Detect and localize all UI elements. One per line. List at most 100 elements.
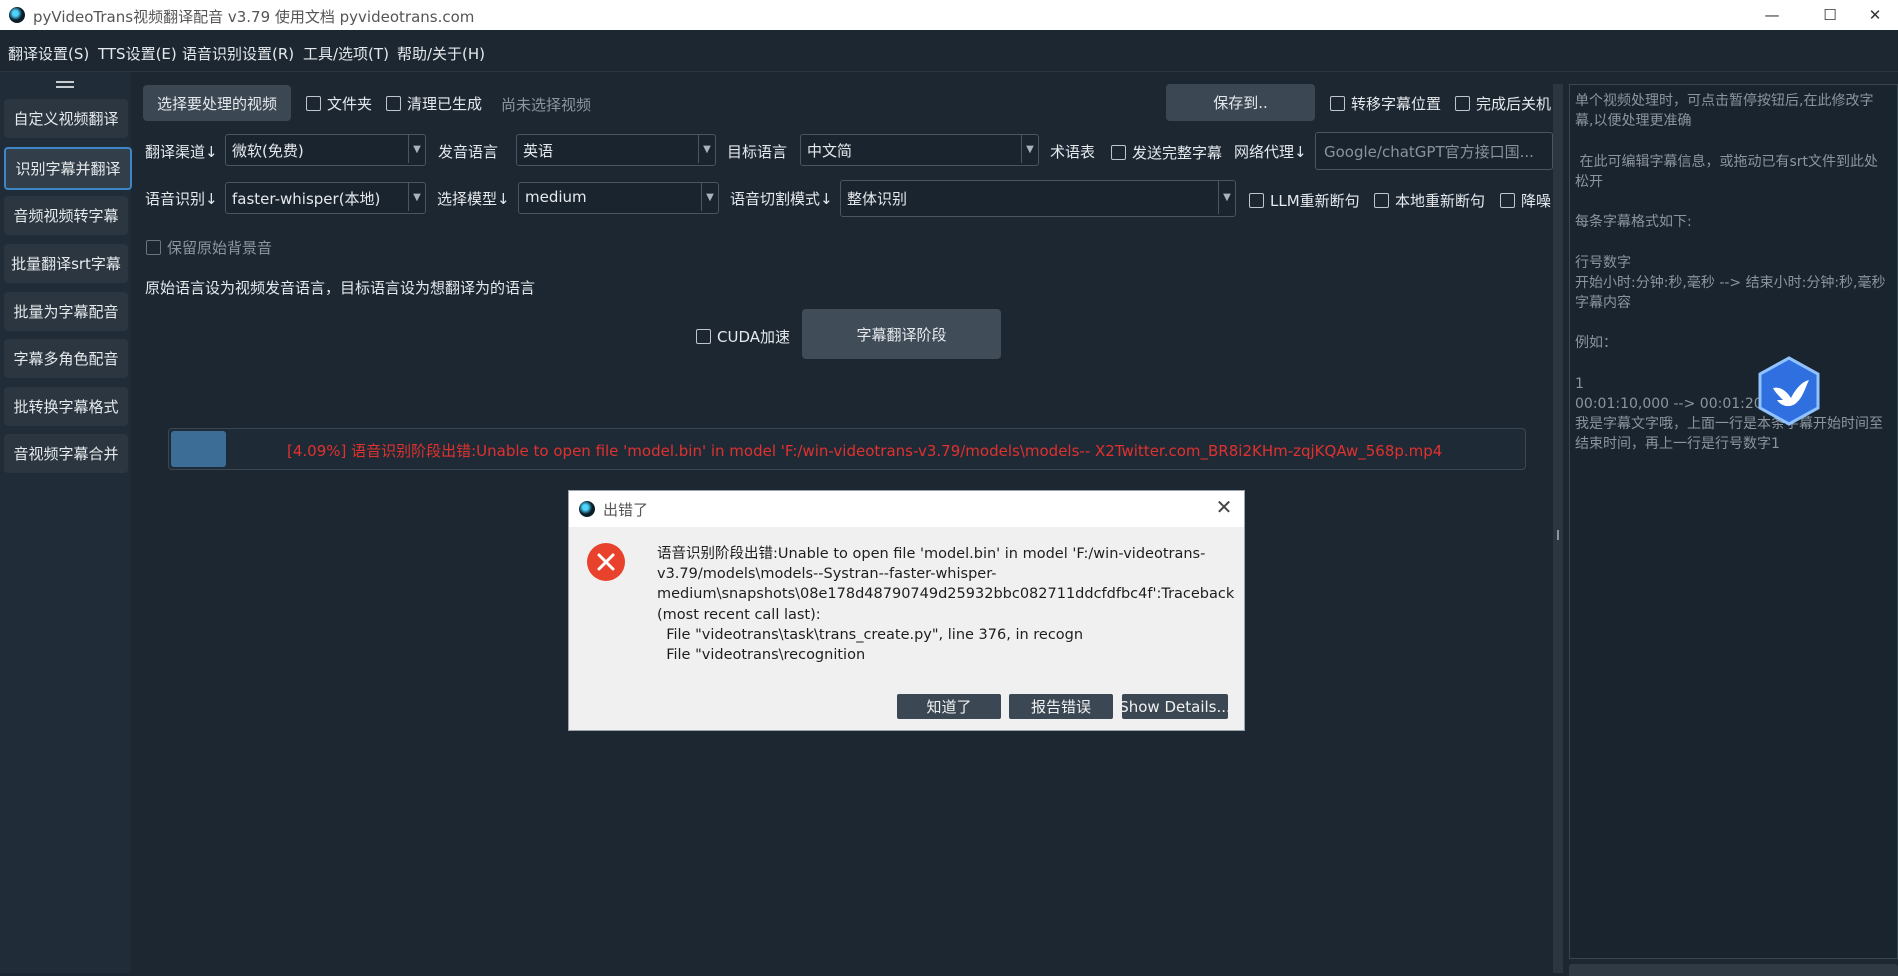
sidebar-item-batch-dubbing[interactable]: 批量为字幕配音 [4,292,128,331]
denoise-checkbox[interactable]: 降噪 [1500,190,1551,211]
menu-tts-settings[interactable]: TTS设置(E) [98,43,177,64]
chevron-down-icon: ▼ [408,135,425,163]
split-mode-select[interactable]: 整体识别 ▼ [840,180,1236,217]
select-video-button[interactable]: 选择要处理的视频 [143,85,291,121]
checkbox-box [1111,145,1126,160]
error-message: 语音识别阶段出错:Unable to open file 'model.bin'… [657,546,1235,664]
chevron-down-icon: ▼ [1218,181,1235,214]
denoise-label: 降噪 [1521,192,1552,210]
checkbox-box [1500,193,1515,208]
menu-bar: 翻译设置(S) TTS设置(E) 语音识别设置(R) 工具/选项(T) 帮助/关… [0,34,1898,72]
dialog-title: 出错了 [603,501,649,519]
send-full-subtitle-checkbox[interactable]: 发送完整字幕 [1111,142,1222,163]
checkbox-box [1374,193,1389,208]
error-icon [587,543,625,581]
target-language-value: 中文简 [807,142,853,160]
checkbox-box [386,96,401,111]
subtitle-translate-stage-button[interactable]: 字幕翻译阶段 [802,309,1001,359]
right-panel-bottom-button[interactable] [1569,964,1898,976]
source-language-label: 发音语言 [438,143,499,161]
sidebar-item-custom-video-translate[interactable]: 自定义视频翻译 [4,99,128,138]
subtitle-editor[interactable]: 单个视频处理时，可点击暂停按钮后,在此修改字 幕,以便处理更准确 在此可编辑字幕… [1569,84,1898,959]
keep-background-label: 保留原始背景音 [167,239,273,257]
progress-fill [171,431,227,467]
llm-resegment-checkbox[interactable]: LLM重新断句 [1249,190,1360,211]
shutdown-after-checkbox[interactable]: 完成后关机 [1455,93,1551,114]
clear-generated-label: 清理已生成 [407,95,483,113]
menu-translation-settings[interactable]: 翻译设置(S) [8,43,89,64]
title-bar: pyVideoTrans视频翻译配音 v3.79 使用文档 pyvideotra… [0,0,1898,30]
llm-resegment-label: LLM重新断句 [1270,192,1360,210]
panel-splitter[interactable] [1553,84,1563,973]
local-resegment-checkbox[interactable]: 本地重新断句 [1374,190,1485,211]
proxy-input[interactable]: Google/chatGPT官方接口国... [1315,132,1553,170]
proxy-label[interactable]: 网络代理↓ [1234,141,1307,162]
chevron-down-icon: ▼ [408,183,425,211]
shutdown-after-label: 完成后关机 [1476,95,1552,113]
app-logo-icon [579,501,595,517]
target-language-label: 目标语言 [727,143,788,161]
proxy-placeholder: Google/chatGPT官方接口国... [1324,143,1534,161]
checkbox-box [1330,96,1345,111]
checkbox-box [146,240,161,255]
folder-label: 文件夹 [327,95,373,113]
progress-bar[interactable]: [4.09%] 语音识别阶段出错:Unable to open file 'mo… [168,428,1526,470]
checkbox-box [696,329,711,344]
language-hint: 原始语言设为视频发音语言，目标语言设为想翻译为的语言 [145,279,536,297]
asr-select[interactable]: faster-whisper(本地) ▼ [225,182,426,214]
menu-asr-settings[interactable]: 语音识别设置(R) [182,43,294,64]
menu-tools-options[interactable]: 工具/选项(T) [303,43,389,64]
sidebar-item-convert-subtitle-format[interactable]: 批转换字幕格式 [4,387,128,426]
minimize-button[interactable]: — [1749,0,1795,30]
sidebar-item-multi-role-dubbing[interactable]: 字幕多角色配音 [4,339,128,378]
bird-assistant-icon[interactable] [1757,356,1821,426]
checkbox-box [306,96,321,111]
split-mode-label[interactable]: 语音切割模式↓ [730,188,833,209]
model-value: medium [525,188,587,206]
folder-checkbox[interactable]: 文件夹 [306,93,372,114]
sidebar-item-batch-translate-srt[interactable]: 批量翻译srt字幕 [4,244,128,283]
asr-label[interactable]: 语音识别↓ [145,188,218,209]
local-resegment-label: 本地重新断句 [1395,192,1486,210]
subtitle-editor-text: 单个视频处理时，可点击暂停按钮后,在此修改字 幕,以便处理更准确 在此可编辑字幕… [1575,93,1886,453]
close-window-button[interactable]: ✕ [1852,0,1898,30]
splitter-grip-icon [1557,530,1559,540]
sidebar-item-merge-av-subtitle[interactable]: 音视频字幕合并 [4,434,128,473]
app-logo-icon [9,7,25,23]
dialog-title-bar: 出错了 ✕ [569,491,1244,527]
show-details-button[interactable]: Show Details... [1119,694,1231,719]
translate-channel-select[interactable]: 微软(免费) ▼ [225,134,426,166]
progress-text: [4.09%] 语音识别阶段出错:Unable to open file 'mo… [287,442,1443,460]
glossary-label[interactable]: 术语表 [1050,141,1095,162]
split-mode-value: 整体识别 [847,190,908,208]
checkbox-box [1455,96,1470,111]
maximize-button[interactable]: ☐ [1807,0,1853,30]
window-title: pyVideoTrans视频翻译配音 v3.79 使用文档 pyvideotra… [33,8,475,26]
move-subtitle-checkbox[interactable]: 转移字幕位置 [1330,93,1441,114]
ok-button[interactable]: 知道了 [897,694,1001,719]
chevron-down-icon: ▼ [701,183,718,211]
clear-generated-checkbox[interactable]: 清理已生成 [386,93,482,114]
checkbox-box [1249,193,1264,208]
translate-channel-label[interactable]: 翻译渠道↓ [145,141,218,162]
model-label[interactable]: 选择模型↓ [437,188,510,209]
source-language-select[interactable]: 英语 ▼ [516,134,716,166]
keep-background-checkbox[interactable]: 保留原始背景音 [146,237,272,258]
dialog-close-button[interactable]: ✕ [1214,497,1234,517]
save-to-button[interactable]: 保存到.. [1166,84,1315,121]
cuda-checkbox[interactable]: CUDA加速 [696,326,790,347]
sidebar-item-av-to-subtitle[interactable]: 音频视频转字幕 [4,196,128,235]
menu-help-about[interactable]: 帮助/关于(H) [397,43,485,64]
chevron-down-icon: ▼ [1021,135,1038,163]
source-language-value: 英语 [523,142,554,160]
sidebar-item-recognize-and-translate[interactable]: 识别字幕并翻译 [4,147,132,190]
model-select[interactable]: medium ▼ [518,182,719,214]
report-error-button[interactable]: 报告错误 [1009,694,1113,719]
error-dialog: 出错了 ✕ 语音识别阶段出错:Unable to open file 'mode… [568,490,1245,731]
sidebar-collapse-handle[interactable] [56,81,74,88]
no-video-status: 尚未选择视频 [501,96,592,114]
cuda-label: CUDA加速 [717,328,791,346]
move-subtitle-label: 转移字幕位置 [1351,95,1442,113]
target-language-select[interactable]: 中文简 ▼ [800,134,1039,166]
translate-channel-value: 微软(免费) [232,142,304,160]
